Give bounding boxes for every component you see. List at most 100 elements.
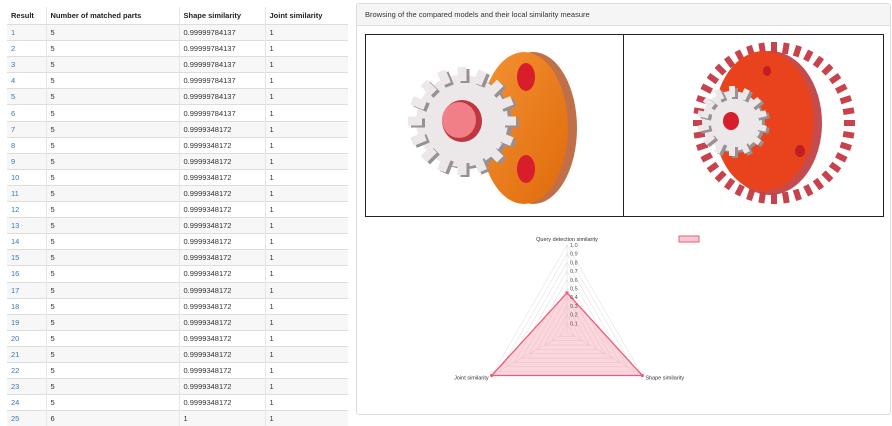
- table-row[interactable]: 2350.99993481721: [7, 379, 348, 395]
- result-link[interactable]: 6: [11, 109, 15, 118]
- result-link[interactable]: 24: [7, 395, 46, 411]
- result-link[interactable]: 12: [11, 205, 19, 214]
- radar-tick-label: 0.3: [570, 304, 578, 310]
- result-link[interactable]: 1: [7, 25, 46, 41]
- radar-series-area: [492, 293, 643, 376]
- result-link[interactable]: 24: [11, 398, 19, 407]
- table-row[interactable]: 550.999997841371: [7, 89, 348, 105]
- result-link[interactable]: 7: [7, 121, 46, 137]
- table-row[interactable]: 150.999997841371: [7, 25, 348, 41]
- table-row[interactable]: 2150.99993481721: [7, 346, 348, 362]
- joint-similarity-cell: 1: [265, 266, 348, 282]
- table-row[interactable]: 2250.99993481721: [7, 362, 348, 378]
- result-link[interactable]: 18: [11, 302, 19, 311]
- table-row[interactable]: 1250.99993481721: [7, 202, 348, 218]
- shape-similarity-cell: 0.99999784137: [179, 57, 265, 73]
- result-link[interactable]: 4: [11, 76, 15, 85]
- result-link[interactable]: 19: [7, 314, 46, 330]
- table-row[interactable]: 1150.99993481721: [7, 185, 348, 201]
- result-link[interactable]: 22: [11, 366, 19, 375]
- table-row[interactable]: 250.999997841371: [7, 41, 348, 57]
- column-header-shape-similarity[interactable]: Shape similarity: [179, 7, 265, 25]
- result-link[interactable]: 5: [7, 89, 46, 105]
- table-row[interactable]: 1950.99993481721: [7, 314, 348, 330]
- table-row[interactable]: 25611: [7, 411, 348, 426]
- joint-similarity-cell: 1: [265, 250, 348, 266]
- result-link[interactable]: 14: [7, 234, 46, 250]
- result-link[interactable]: 13: [7, 218, 46, 234]
- result-link[interactable]: 11: [7, 185, 46, 201]
- result-link[interactable]: 1: [11, 28, 15, 37]
- shape-similarity-cell: 0.99999784137: [179, 105, 265, 121]
- matched-parts-cell: 5: [46, 185, 179, 201]
- table-row[interactable]: 1450.99993481721: [7, 234, 348, 250]
- result-link[interactable]: 3: [7, 57, 46, 73]
- result-link[interactable]: 10: [7, 169, 46, 185]
- result-link[interactable]: 23: [7, 379, 46, 395]
- joint-similarity-cell: 1: [265, 73, 348, 89]
- query-model-viewer[interactable]: [366, 35, 624, 216]
- matched-parts-cell: 5: [46, 362, 179, 378]
- result-link[interactable]: 17: [7, 282, 46, 298]
- table-row[interactable]: 350.999997841371: [7, 57, 348, 73]
- result-link[interactable]: 16: [11, 269, 19, 278]
- result-link[interactable]: 2: [11, 44, 15, 53]
- result-link[interactable]: 3: [11, 60, 15, 69]
- table-row[interactable]: 2450.99993481721: [7, 395, 348, 411]
- result-link[interactable]: 20: [11, 334, 19, 343]
- shape-similarity-cell: 0.9999348172: [179, 379, 265, 395]
- table-row[interactable]: 1750.99993481721: [7, 282, 348, 298]
- table-row[interactable]: 950.99993481721: [7, 153, 348, 169]
- table-row[interactable]: 2050.99993481721: [7, 330, 348, 346]
- table-row[interactable]: 850.99993481721: [7, 137, 348, 153]
- result-link[interactable]: 8: [7, 137, 46, 153]
- result-link[interactable]: 11: [11, 189, 19, 198]
- result-link[interactable]: 13: [11, 221, 19, 230]
- shape-similarity-cell: 0.99999784137: [179, 73, 265, 89]
- shape-similarity-cell: 0.9999348172: [179, 169, 265, 185]
- result-link[interactable]: 5: [11, 92, 15, 101]
- column-header-result[interactable]: Result: [7, 7, 46, 25]
- table-row[interactable]: 1050.99993481721: [7, 169, 348, 185]
- result-model-viewer[interactable]: [624, 35, 881, 216]
- radar-legend-swatch[interactable]: [679, 236, 699, 242]
- result-link[interactable]: 21: [7, 346, 46, 362]
- shape-similarity-cell: 0.9999348172: [179, 266, 265, 282]
- result-link[interactable]: 6: [7, 105, 46, 121]
- result-link[interactable]: 10: [11, 173, 19, 182]
- result-link[interactable]: 19: [11, 318, 19, 327]
- result-link[interactable]: 7: [11, 125, 15, 134]
- result-link[interactable]: 21: [11, 350, 19, 359]
- result-link[interactable]: 25: [7, 411, 46, 426]
- result-link[interactable]: 20: [7, 330, 46, 346]
- result-link[interactable]: 12: [7, 202, 46, 218]
- joint-similarity-cell: 1: [265, 169, 348, 185]
- result-link[interactable]: 9: [7, 153, 46, 169]
- result-link[interactable]: 4: [7, 73, 46, 89]
- result-link[interactable]: 14: [11, 237, 19, 246]
- result-link[interactable]: 8: [11, 141, 15, 150]
- result-link[interactable]: 15: [7, 250, 46, 266]
- radar-tick-label: 0.6: [570, 278, 578, 284]
- shape-similarity-cell: 0.9999348172: [179, 137, 265, 153]
- table-row[interactable]: 650.999997841371: [7, 105, 348, 121]
- result-link[interactable]: 16: [7, 266, 46, 282]
- table-row[interactable]: 1650.99993481721: [7, 266, 348, 282]
- matched-parts-cell: 5: [46, 41, 179, 57]
- column-header-joint-similarity[interactable]: Joint similarity: [265, 7, 348, 25]
- result-link[interactable]: 17: [11, 286, 19, 295]
- result-link[interactable]: 18: [7, 298, 46, 314]
- result-link[interactable]: 25: [11, 414, 19, 423]
- result-link[interactable]: 22: [7, 362, 46, 378]
- table-row[interactable]: 750.99993481721: [7, 121, 348, 137]
- comparison-panel: Browsing of the compared models and thei…: [356, 3, 891, 415]
- table-row[interactable]: 1550.99993481721: [7, 250, 348, 266]
- result-link[interactable]: 23: [11, 382, 19, 391]
- table-row[interactable]: 450.999997841371: [7, 73, 348, 89]
- result-link[interactable]: 2: [7, 41, 46, 57]
- result-link[interactable]: 15: [11, 253, 19, 262]
- table-row[interactable]: 1850.99993481721: [7, 298, 348, 314]
- table-row[interactable]: 1350.99993481721: [7, 218, 348, 234]
- column-header-matched-parts[interactable]: Number of matched parts: [46, 7, 179, 25]
- result-link[interactable]: 9: [11, 157, 15, 166]
